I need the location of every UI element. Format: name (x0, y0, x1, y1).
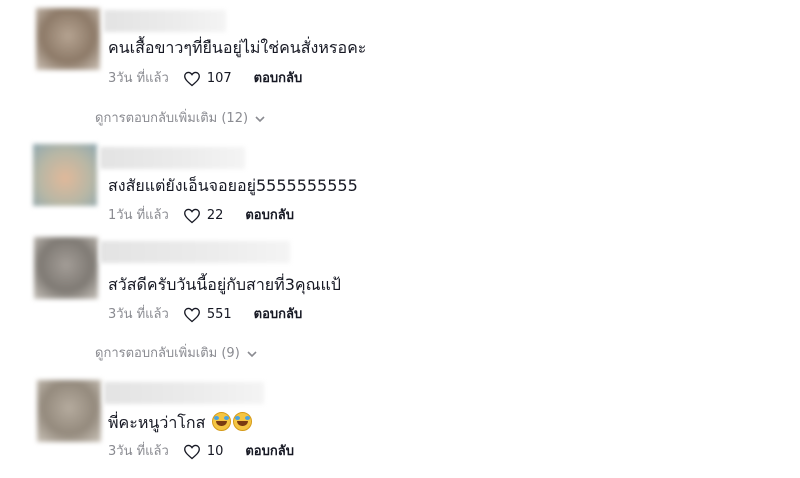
heart-outline-icon (183, 208, 200, 224)
username-blurred[interactable] (100, 147, 245, 169)
like-button[interactable]: 107 (183, 70, 232, 88)
username-blurred[interactable] (100, 241, 290, 263)
like-count: 551 (206, 307, 232, 322)
like-count: 107 (206, 71, 232, 86)
joy-emoji-icon (233, 412, 253, 431)
comment-text: คนเสื้อขาวๆที่ยืนอยู่ไม่ใช่คนสั่งหรอคะ (108, 38, 367, 57)
comment-time: 3วัน ที่แล้ว (108, 71, 169, 86)
heart-outline-icon (183, 71, 200, 87)
comment-time: 1วัน ที่แล้ว (108, 208, 169, 223)
heart-outline-icon (183, 444, 200, 460)
comment-time: 3วัน ที่แล้ว (108, 307, 169, 322)
reply-button[interactable]: ตอบกลับ (245, 443, 294, 461)
comment-text-content: พี่คะหนูว่าโกส (108, 413, 206, 432)
comment-text: สวัสดีครับวันนี้อยู่กับสายที่3คุณแป้ (108, 275, 341, 294)
comment-meta: 3วัน ที่แล้ว 107 ตอบกลับ (108, 70, 302, 88)
heart-outline-icon (183, 307, 200, 323)
avatar[interactable] (34, 237, 98, 299)
reply-button[interactable]: ตอบกลับ (254, 70, 303, 88)
reply-button[interactable]: ตอบกลับ (254, 306, 303, 324)
view-more-label: ดูการตอบกลับเพิ่มเติม (9) (95, 346, 240, 361)
comment-time: 3วัน ที่แล้ว (108, 444, 169, 459)
username-blurred[interactable] (104, 10, 226, 32)
comment-meta: 3วัน ที่แล้ว 551 ตอบกลับ (108, 306, 302, 324)
comment-meta: 3วัน ที่แล้ว 10 ตอบกลับ (108, 443, 294, 461)
view-more-replies[interactable]: ดูการตอบกลับเพิ่มเติม (12) (95, 110, 266, 128)
chevron-down-icon (247, 351, 257, 358)
like-count: 22 (206, 208, 224, 223)
comment-text: พี่คะหนูว่าโกส (108, 412, 253, 433)
comment-text: สงสัยแต่ยังเอ็นจอยอยู่5555555555 (108, 176, 358, 195)
joy-emoji-icon (212, 412, 232, 431)
like-button[interactable]: 10 (183, 443, 224, 461)
view-more-replies[interactable]: ดูการตอบกลับเพิ่มเติม (9) (95, 345, 258, 363)
avatar[interactable] (33, 144, 97, 206)
username-blurred[interactable] (104, 382, 264, 404)
like-button[interactable]: 551 (183, 306, 232, 324)
reply-button[interactable]: ตอบกลับ (245, 207, 294, 225)
view-more-label: ดูการตอบกลับเพิ่มเติม (12) (95, 111, 249, 126)
chevron-down-icon (255, 116, 265, 123)
like-count: 10 (206, 444, 224, 459)
like-button[interactable]: 22 (183, 207, 224, 225)
avatar[interactable] (37, 380, 101, 442)
avatar[interactable] (36, 8, 100, 70)
comment-meta: 1วัน ที่แล้ว 22 ตอบกลับ (108, 207, 294, 225)
